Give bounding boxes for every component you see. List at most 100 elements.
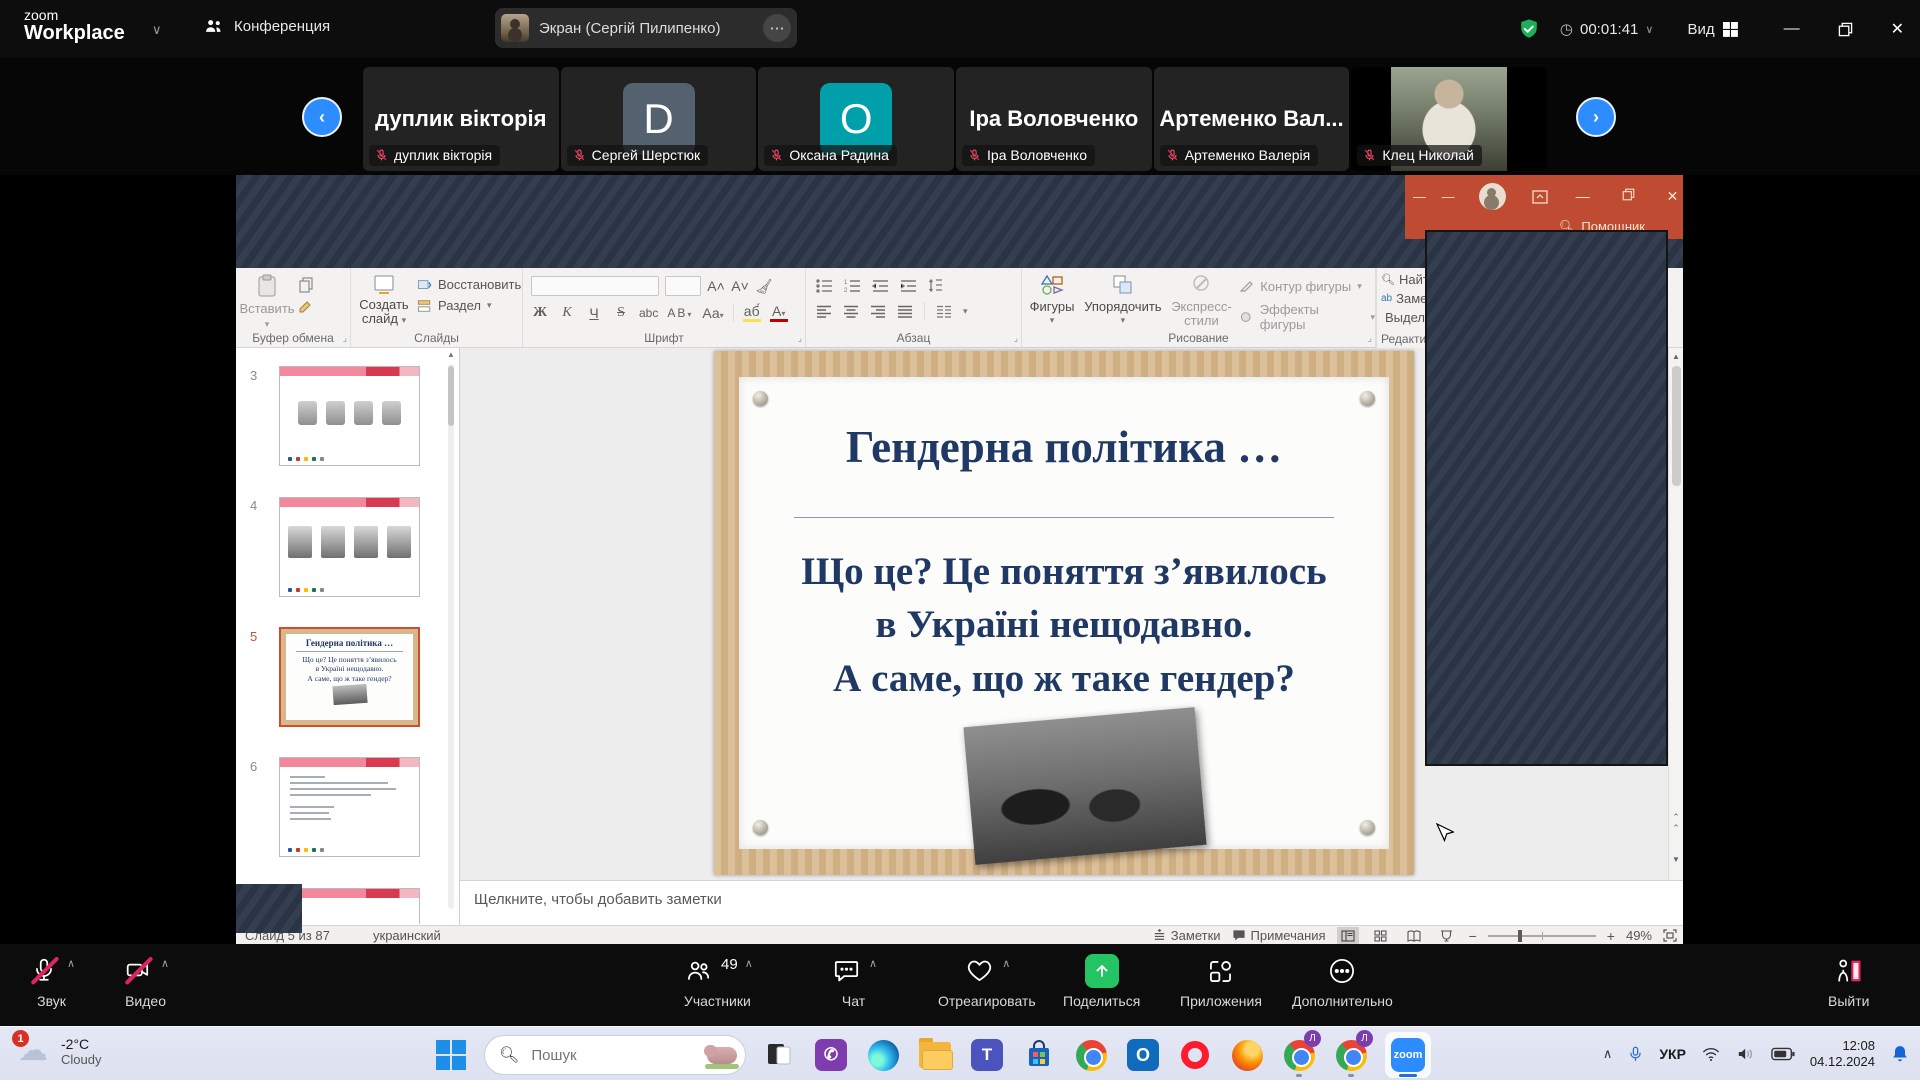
teams-app-icon[interactable]: T — [968, 1034, 1006, 1076]
reading-view-button[interactable] — [1403, 927, 1425, 944]
participant-tile-video[interactable]: Клец Николай — [1351, 67, 1547, 171]
font-size-combo[interactable] — [665, 276, 701, 296]
tray-mic-icon[interactable] — [1627, 1044, 1644, 1064]
participant-tile[interactable]: Іра Воловченко Іра Воловченко — [956, 67, 1152, 171]
account-avatar[interactable] — [1479, 183, 1506, 210]
align-center-icon[interactable] — [843, 305, 859, 318]
view-button[interactable]: Вид — [1687, 21, 1737, 38]
paste-button[interactable]: Вставить ▾ — [236, 268, 298, 330]
slide-thumbnail-4[interactable] — [279, 497, 420, 597]
chrome-profile-1-icon[interactable]: Л — [1280, 1034, 1318, 1076]
audio-button[interactable]: ∧ Звук — [28, 954, 75, 1009]
edge-app-icon[interactable] — [864, 1034, 902, 1076]
slide-thumbnail-5-selected[interactable]: Гендерна політика … Що це? Це поняття з’… — [279, 627, 420, 727]
chat-options-chevron[interactable]: ∧ — [869, 957, 877, 970]
shape-outline-button[interactable]: Контур фигуры▾ — [1239, 279, 1375, 294]
replace-button[interactable]: abЗаменить — [1381, 291, 1425, 306]
shape-effects-button[interactable]: Эффекты фигуры▾ — [1239, 302, 1375, 332]
share-tab-more-icon[interactable]: ⋯ — [763, 14, 791, 42]
numbering-icon[interactable]: 12 — [844, 279, 861, 293]
copy-icon[interactable] — [298, 277, 314, 293]
notes-toggle-button[interactable]: Заметки — [1153, 928, 1221, 943]
zoom-out-button[interactable]: − — [1469, 928, 1477, 944]
justify-icon[interactable] — [897, 305, 913, 318]
screen-share-tab[interactable]: Экран (Сергій Пилипенко) ⋯ — [495, 8, 797, 48]
filmstrip-next-button[interactable]: › — [1576, 97, 1616, 137]
underline-button[interactable]: Ч — [585, 305, 603, 321]
ribbon-display-options-icon[interactable] — [1532, 190, 1548, 204]
grow-font-button[interactable]: А˄ — [707, 278, 725, 294]
dialog-launcher-icon[interactable]: ⌟ — [1368, 333, 1372, 344]
restore-button[interactable] — [1838, 22, 1853, 37]
font-color-button[interactable]: А▾ — [770, 303, 788, 322]
select-button[interactable]: Выделить — [1381, 310, 1425, 325]
chrome-profile-2-icon[interactable]: Л — [1332, 1034, 1370, 1076]
opera-app-icon[interactable] — [1176, 1034, 1214, 1076]
participant-tile[interactable]: Артеменко Вал... Артеменко Валерія — [1154, 67, 1350, 171]
start-button[interactable] — [432, 1034, 470, 1076]
format-painter-icon[interactable] — [298, 300, 314, 316]
clock-widget[interactable]: 12:08 04.12.2024 — [1810, 1038, 1875, 1071]
meeting-tab[interactable]: Конференция — [204, 16, 330, 36]
video-options-chevron[interactable]: ∧ — [161, 957, 169, 970]
arrange-button[interactable]: Упорядочить ▾ — [1082, 268, 1163, 332]
firefox-app-icon[interactable] — [1228, 1034, 1266, 1076]
participants-button[interactable]: 49 ∧ Участники — [682, 954, 753, 1009]
shapes-button[interactable]: Фигуры ▾ — [1022, 268, 1082, 332]
meeting-timer[interactable]: ◷ 00:01:41 ∨ — [1560, 20, 1654, 38]
task-view-button[interactable] — [760, 1034, 798, 1076]
slide-thumbnail-3[interactable] — [279, 366, 420, 466]
scroll-up-icon[interactable]: ▲ — [1669, 352, 1683, 361]
microsoft-store-icon[interactable] — [1020, 1034, 1058, 1076]
file-explorer-icon[interactable] — [916, 1034, 954, 1076]
restore-slide-button[interactable]: Восстановить — [417, 277, 521, 292]
share-screen-button[interactable]: Поделиться — [1063, 954, 1140, 1009]
clear-format-button[interactable]: 🧹︎ — [755, 278, 773, 295]
scrollbar-thumb[interactable] — [1672, 366, 1681, 486]
comments-toggle-button[interactable]: Примечания — [1232, 928, 1326, 943]
align-left-icon[interactable] — [816, 305, 832, 318]
align-right-icon[interactable] — [870, 305, 886, 318]
weather-widget[interactable]: ☁ 1 -2°C Cloudy — [14, 1032, 101, 1070]
security-shield-icon[interactable] — [1518, 18, 1540, 40]
ppt-close-button[interactable]: ✕ — [1667, 188, 1679, 205]
participant-tile[interactable]: дуплик вікторія дуплик вікторія — [363, 67, 559, 171]
participant-tile[interactable]: D Сергей Шерстюк — [561, 67, 757, 171]
react-button[interactable]: ∧ Отреагировать — [938, 954, 1036, 1009]
volume-icon[interactable] — [1736, 1046, 1756, 1062]
zoom-slider-thumb[interactable] — [1518, 930, 1522, 942]
close-button[interactable]: ✕ — [1891, 19, 1904, 39]
more-button[interactable]: Дополнительно — [1292, 954, 1393, 1009]
dialog-launcher-icon[interactable]: ⌟ — [1014, 333, 1018, 344]
ppt-restore-button[interactable] — [1622, 188, 1635, 201]
zoom-in-button[interactable]: + — [1607, 928, 1615, 944]
notification-bell-icon[interactable] — [1890, 1043, 1910, 1065]
chrome-app-icon[interactable] — [1072, 1034, 1110, 1076]
notes-pane[interactable]: Щелкните, чтобы добавить заметки — [460, 880, 1683, 925]
slide-thumbnail-6[interactable] — [279, 757, 420, 857]
fit-to-window-icon[interactable] — [1663, 929, 1677, 942]
react-options-chevron[interactable]: ∧ — [1002, 957, 1010, 970]
thumbnail-scrollbar[interactable]: ▲ — [446, 350, 456, 920]
language-indicator[interactable]: украинский — [373, 928, 441, 943]
wifi-icon[interactable] — [1701, 1046, 1721, 1062]
find-button[interactable]: 🔍︎Найти — [1381, 272, 1425, 287]
increase-indent-icon[interactable] — [900, 279, 917, 293]
italic-button[interactable]: К — [558, 305, 576, 321]
change-case-button[interactable]: Аа▾ — [702, 305, 723, 321]
viber-app-icon[interactable]: ✆ — [812, 1034, 850, 1076]
leave-button[interactable]: Выйти — [1828, 954, 1869, 1009]
slide-scrollbar[interactable]: ▲ ⌃⌃ ▼ — [1668, 348, 1683, 880]
shadow-button[interactable]: abc — [639, 306, 658, 320]
chat-button[interactable]: ∧ Чат — [830, 954, 877, 1009]
previous-slide-button[interactable]: ⌃⌃ — [1669, 812, 1683, 834]
line-spacing-icon[interactable] — [928, 278, 943, 293]
participants-options-chevron[interactable]: ∧ — [745, 957, 753, 970]
bullets-icon[interactable] — [816, 279, 833, 293]
hidden-icons-chevron[interactable]: ∧ — [1603, 1046, 1613, 1062]
bold-button[interactable]: Ж — [531, 305, 549, 321]
zoom-percentage[interactable]: 49% — [1626, 928, 1652, 943]
strikethrough-button[interactable]: S — [612, 305, 630, 321]
keyboard-language-indicator[interactable]: УКР — [1659, 1046, 1686, 1062]
participant-tile[interactable]: O Оксана Радина — [758, 67, 954, 171]
